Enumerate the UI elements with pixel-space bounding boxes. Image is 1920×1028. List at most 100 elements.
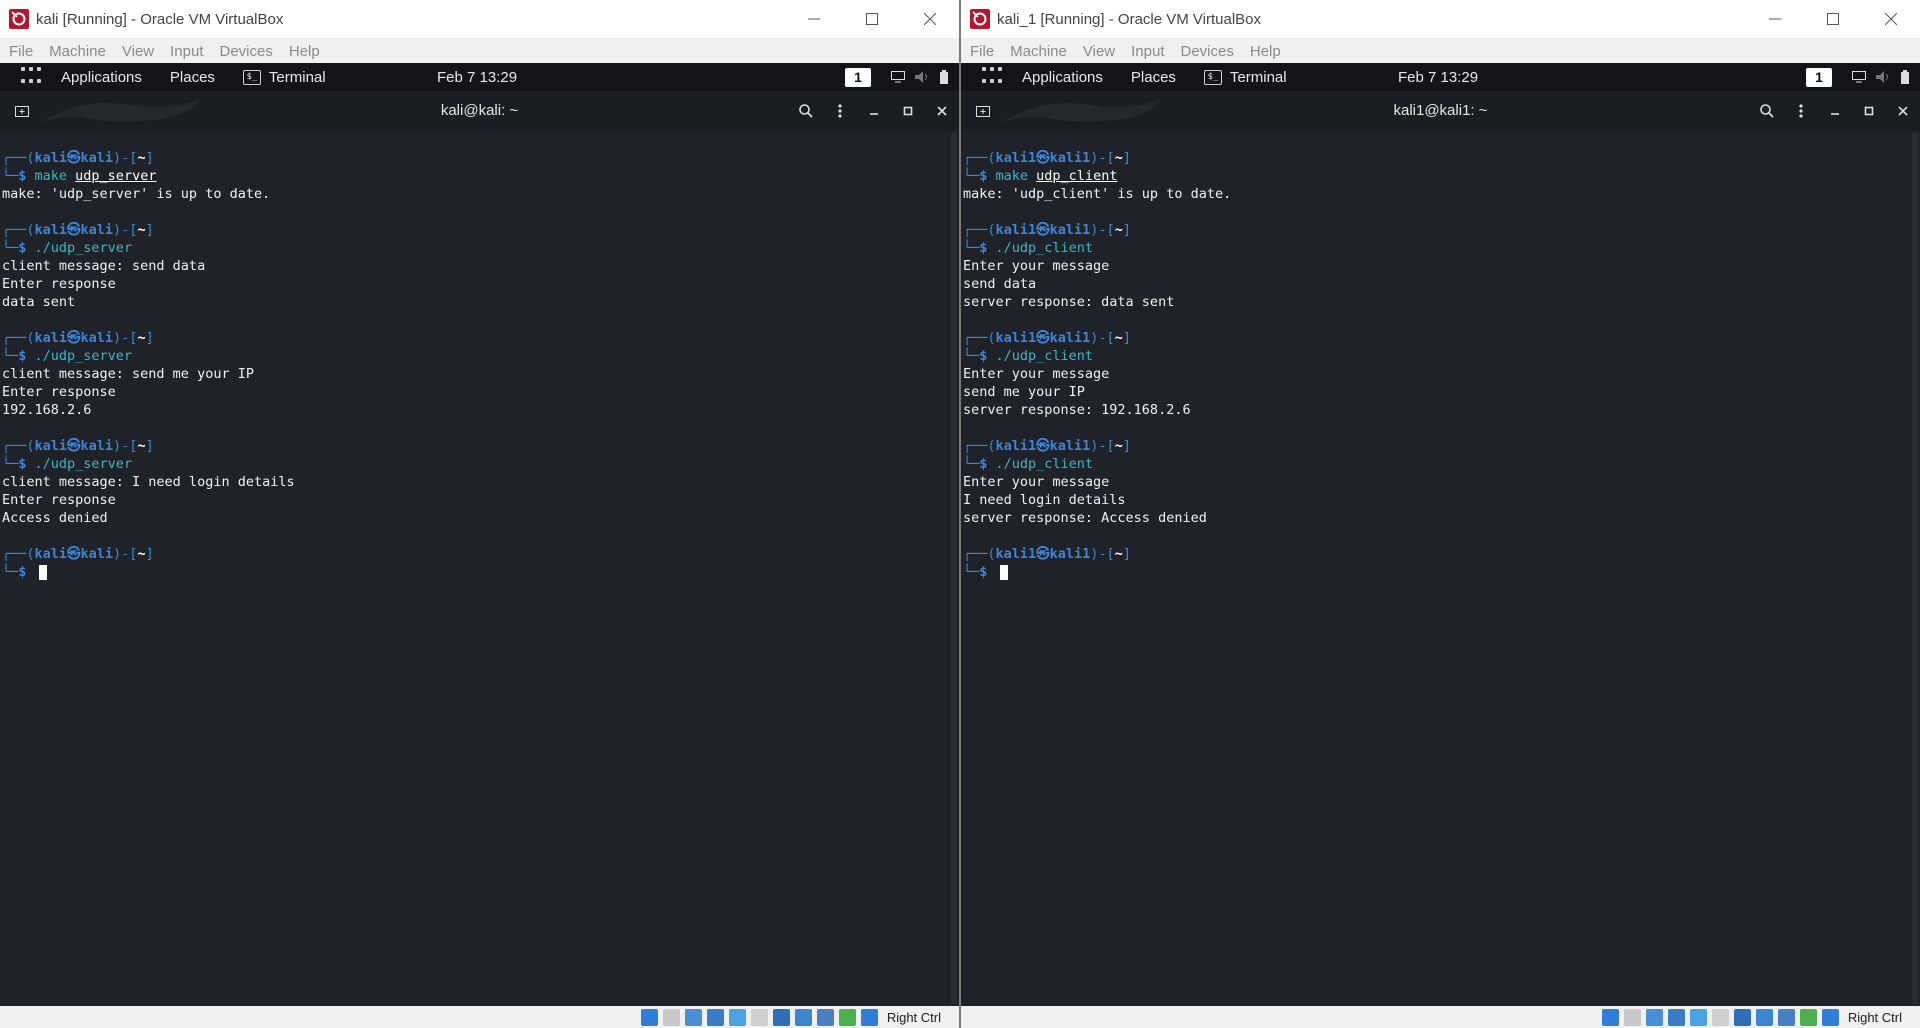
menu-machine[interactable]: Machine [1010,43,1067,60]
vbox-menubar: File Machine View Input Devices Help [0,39,959,63]
app-grid-icon[interactable] [982,67,1002,87]
power-icon[interactable] [1900,70,1910,84]
maximize-window-button[interactable] [1804,0,1862,38]
window-titlebar[interactable]: kali_1 [Running] - Oracle VM VirtualBox [961,0,1920,39]
keyboard-capture-icon[interactable] [860,1008,878,1026]
workspace-indicator[interactable]: 1 [1806,67,1832,87]
menu-help[interactable]: Help [1250,43,1281,60]
applications-menu[interactable]: Applications [61,69,142,86]
terminal-icon: $_ [1203,69,1222,85]
panel-clock[interactable]: Feb 7 13:29 [437,69,517,86]
host-key-label: Right Ctrl [1847,1009,1902,1025]
minimize-window-button[interactable] [1746,0,1804,38]
applications-menu[interactable]: Applications [1022,69,1103,86]
workspace-indicator[interactable]: 1 [845,67,871,87]
keyboard-capture-icon[interactable] [1821,1008,1839,1026]
prompt-bracket: )-[ [1090,330,1115,346]
maximize-window-button[interactable] [843,0,901,38]
usb-icon[interactable] [728,1008,746,1026]
menu-devices[interactable]: Devices [1181,43,1234,60]
prompt-host: kali1 [1049,438,1091,454]
prompt-separator: ㉿ [1036,222,1050,238]
recording-icon[interactable] [794,1008,812,1026]
menu-help[interactable]: Help [289,43,320,60]
search-icon[interactable] [1750,91,1784,131]
prompt-host: kali [80,150,114,166]
prompt-cwd: ~ [1114,150,1123,166]
mouse-integration-icon[interactable] [838,1008,856,1026]
close-window-button[interactable] [901,0,959,38]
minimize-window-button[interactable] [785,0,843,38]
disk-icon[interactable] [640,1008,658,1026]
command-text: ./udp_server [34,240,133,256]
volume-icon[interactable] [1876,71,1890,83]
terminal-close-button[interactable] [925,91,959,131]
network-icon[interactable] [1667,1008,1685,1026]
prompt-line: ┌──(kali1㉿kali1)-[~] [963,437,1920,455]
terminal-maximize-button[interactable] [891,91,925,131]
terminal-scrollbar[interactable] [1912,133,1918,1004]
window-titlebar[interactable]: kali [Running] - Oracle VM VirtualBox [0,0,959,39]
menu-view[interactable]: View [122,43,154,60]
terminal-icon: $_ [242,69,261,85]
terminal-minimize-button[interactable] [857,91,891,131]
output-line: data sent [2,294,76,310]
network-icon[interactable] [706,1008,724,1026]
shared-folder-icon[interactable] [1711,1008,1729,1026]
display-icon[interactable] [1733,1008,1751,1026]
prompt-user: kali [34,546,68,562]
terminal-scrollbar[interactable] [951,133,957,1004]
recording-icon[interactable] [1755,1008,1773,1026]
display-icon[interactable] [772,1008,790,1026]
terminal-output[interactable]: ┌──(kali㉿kali)-[~] └─$ make udp_server mak… [0,131,959,1006]
output-line: Enter your message [963,366,1110,382]
prompt-user: kali [34,150,68,166]
terminal-maximize-button[interactable] [1852,91,1886,131]
terminal-minimize-button[interactable] [1818,91,1852,131]
optical-icon[interactable] [1623,1008,1641,1026]
prompt-bracket: )-[ [113,150,138,166]
prompt-host: kali [80,330,114,346]
audio-icon[interactable] [684,1008,702,1026]
text-cursor [38,564,47,580]
places-menu[interactable]: Places [170,69,215,86]
prompt-bracket-close: ] [145,222,154,238]
power-icon[interactable] [939,70,949,84]
places-menu[interactable]: Places [1131,69,1176,86]
prompt-line: ┌──(kali1㉿kali1)-[~] [963,149,1920,167]
mouse-integration-icon[interactable] [1799,1008,1817,1026]
menu-kebab-icon[interactable] [1784,91,1818,131]
command-text: ./udp_server [34,348,133,364]
output-line: client message: send data [2,258,206,274]
cpu-icon[interactable] [1777,1008,1795,1026]
panel-clock[interactable]: Feb 7 13:29 [1398,69,1478,86]
menu-input[interactable]: Input [170,43,203,60]
cpu-icon[interactable] [816,1008,834,1026]
terminal-close-button[interactable] [1886,91,1920,131]
display-icon[interactable] [1852,71,1866,83]
search-icon[interactable] [789,91,823,131]
optical-icon[interactable] [662,1008,680,1026]
prompt-cwd: ~ [137,150,146,166]
menu-file[interactable]: File [970,43,994,60]
close-window-button[interactable] [1862,0,1920,38]
menu-file[interactable]: File [9,43,33,60]
output-line: Enter response [2,276,116,292]
shared-folder-icon[interactable] [750,1008,768,1026]
volume-icon[interactable] [915,71,929,83]
prompt-dollar: $ [18,564,35,580]
menu-view[interactable]: View [1083,43,1115,60]
display-icon[interactable] [891,71,905,83]
usb-icon[interactable] [1689,1008,1707,1026]
disk-icon[interactable] [1601,1008,1619,1026]
menu-input[interactable]: Input [1131,43,1164,60]
menu-machine[interactable]: Machine [49,43,106,60]
menu-devices[interactable]: Devices [220,43,273,60]
terminal-app-menu[interactable]: $_ Terminal [242,69,326,86]
menu-kebab-icon[interactable] [823,91,857,131]
app-grid-icon[interactable] [21,67,41,87]
terminal-output[interactable]: ┌──(kali1㉿kali1)-[~] └─$ make udp_client m… [961,131,1920,1006]
terminal-app-menu[interactable]: $_ Terminal [1203,69,1287,86]
prompt-separator: ㉿ [67,438,81,454]
audio-icon[interactable] [1645,1008,1663,1026]
